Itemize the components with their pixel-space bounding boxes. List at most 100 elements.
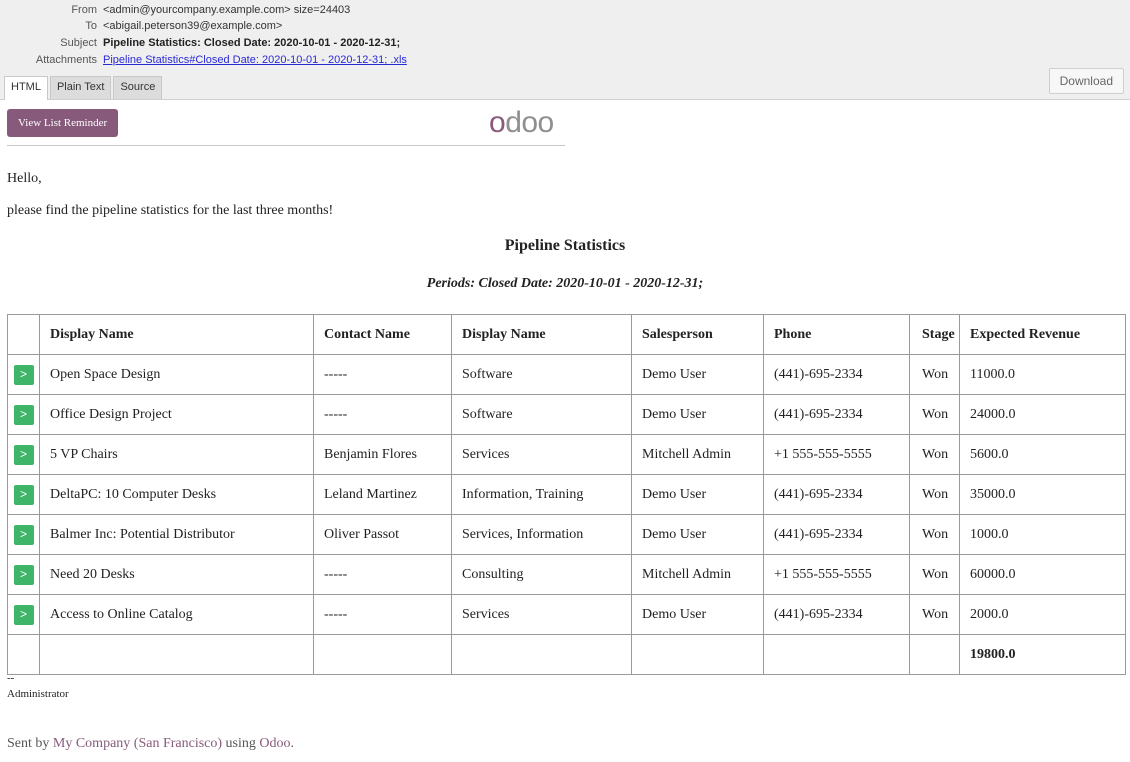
col-header-stage: Stage [909,314,960,355]
table-row: > Open Space Design ----- Software Demo … [7,354,1126,395]
cell-expected-revenue: 11000.0 [959,354,1126,395]
table-row: > DeltaPC: 10 Computer Desks Leland Mart… [7,474,1126,515]
cell-salesperson: Demo User [631,474,764,515]
tab-plain-text[interactable]: Plain Text [49,76,112,99]
table-row: > 5 VP Chairs Benjamin Flores Services M… [7,434,1126,475]
statistics-period: Periods: Closed Date: 2020-10-01 - 2020-… [426,276,704,291]
col-header-open [7,314,40,355]
open-record-button[interactable]: > [13,484,34,505]
download-button[interactable]: Download [1048,68,1124,94]
mail-header: From <admin@yourcompany.example.com> size… [0,0,1130,100]
cell-stage: Won [909,434,960,475]
cell-phone: +1 555-555-5555 [763,434,910,475]
subject-label: Subject [60,37,97,49]
open-record-button[interactable]: > [13,364,34,385]
col-header-display-name-2: Display Name [451,314,632,355]
col-header-phone: Phone [763,314,910,355]
cell-expected-revenue: 24000.0 [959,394,1126,435]
cell-phone: (441)-695-2334 [763,594,910,635]
cell-display-name: Access to Online Catalog [39,594,314,635]
from-label: From [71,4,97,16]
cell-contact-name: ----- [313,354,452,395]
top-bar: View List Reminder odoo [7,106,565,146]
col-header-display-name: Display Name [39,314,314,355]
cell-stage: Won [909,394,960,435]
cell-display-name: Open Space Design [39,354,314,395]
to-value: <abigail.peterson39@example.com> [103,20,283,32]
table-total-row: 19800.0 [7,634,1126,675]
expected-revenue-total: 19800.0 [959,634,1126,675]
cell-salesperson: Demo User [631,594,764,635]
cell-display-name: DeltaPC: 10 Computer Desks [39,474,314,515]
cell-stage: Won [909,354,960,395]
cell-contact-name: ----- [313,394,452,435]
pipeline-table: Display Name Contact Name Display Name S… [7,314,1126,675]
cell-phone: (441)-695-2334 [763,474,910,515]
cell-expected-revenue: 35000.0 [959,474,1126,515]
cell-expected-revenue: 2000.0 [959,594,1126,635]
cell-stage: Won [909,514,960,555]
odoo-link[interactable]: Odoo [259,736,290,751]
open-record-button[interactable]: > [13,564,34,585]
cell-expected-revenue: 60000.0 [959,554,1126,595]
open-record-button[interactable]: > [13,604,34,625]
cell-phone: +1 555-555-5555 [763,554,910,595]
attachments-row: Attachments Pipeline Statistics#Closed Da… [0,52,407,68]
view-list-reminder-button[interactable]: View List Reminder [7,109,119,137]
view-tabs: HTML Plain Text Source [4,76,164,100]
cell-contact-name: Benjamin Flores [313,434,452,475]
table-header-row: Display Name Contact Name Display Name S… [7,314,1126,355]
cell-stage: Won [909,554,960,595]
signature-name: Administrator [7,688,69,700]
cell-display-name: Need 20 Desks [39,554,314,595]
cell-stage: Won [909,594,960,635]
col-header-salesperson: Salesperson [631,314,764,355]
cell-display-name: Balmer Inc: Potential Distributor [39,514,314,555]
col-header-expected-revenue: Expected Revenue [959,314,1126,355]
to-label: To [85,20,97,32]
table-row: > Office Design Project ----- Software D… [7,394,1126,435]
cell-display-name: 5 VP Chairs [39,434,314,475]
cell-tags: Information, Training [451,474,632,515]
open-record-button[interactable]: > [13,404,34,425]
from-row: From <admin@yourcompany.example.com> size… [0,2,350,18]
from-value: <admin@yourcompany.example.com> size=244… [103,4,351,16]
cell-contact-name: Oliver Passot [313,514,452,555]
table-row: > Access to Online Catalog ----- Service… [7,594,1126,635]
tab-source[interactable]: Source [113,76,163,99]
cell-tags: Software [451,354,632,395]
subject-value: Pipeline Statistics: Closed Date: 2020-1… [103,37,401,49]
subject-row: Subject Pipeline Statistics: Closed Date:… [0,35,400,51]
intro-text: please find the pipeline statistics for … [7,203,334,218]
attachment-link[interactable]: Pipeline Statistics#Closed Date: 2020-10… [103,54,407,66]
cell-tags: Software [451,394,632,435]
cell-tags: Services [451,594,632,635]
cell-tags: Services, Information [451,514,632,555]
cell-contact-name: Leland Martinez [313,474,452,515]
cell-display-name: Office Design Project [39,394,314,435]
open-record-button[interactable]: > [13,444,34,465]
cell-salesperson: Mitchell Admin [631,554,764,595]
statistics-title: Pipeline Statistics [504,237,626,254]
signature-separator: -- [7,672,15,684]
cell-phone: (441)-695-2334 [763,514,910,555]
odoo-logo: odoo [489,106,554,139]
footer-sent-by: Sent by My Company (San Francisco) using… [7,736,295,751]
cell-tags: Services [451,434,632,475]
cell-expected-revenue: 5600.0 [959,434,1126,475]
table-row: > Balmer Inc: Potential Distributor Oliv… [7,514,1126,555]
cell-contact-name: ----- [313,594,452,635]
open-record-button[interactable]: > [13,524,34,545]
cell-salesperson: Mitchell Admin [631,434,764,475]
col-header-contact-name: Contact Name [313,314,452,355]
cell-expected-revenue: 1000.0 [959,514,1126,555]
cell-salesperson: Demo User [631,514,764,555]
tab-html[interactable]: HTML [4,76,48,100]
attachments-label: Attachments [35,54,97,66]
table-row: > Need 20 Desks ----- Consulting Mitchel… [7,554,1126,595]
company-link[interactable]: My Company (San Francisco) [53,736,222,751]
cell-salesperson: Demo User [631,394,764,435]
cell-tags: Consulting [451,554,632,595]
cell-phone: (441)-695-2334 [763,394,910,435]
cell-salesperson: Demo User [631,354,764,395]
